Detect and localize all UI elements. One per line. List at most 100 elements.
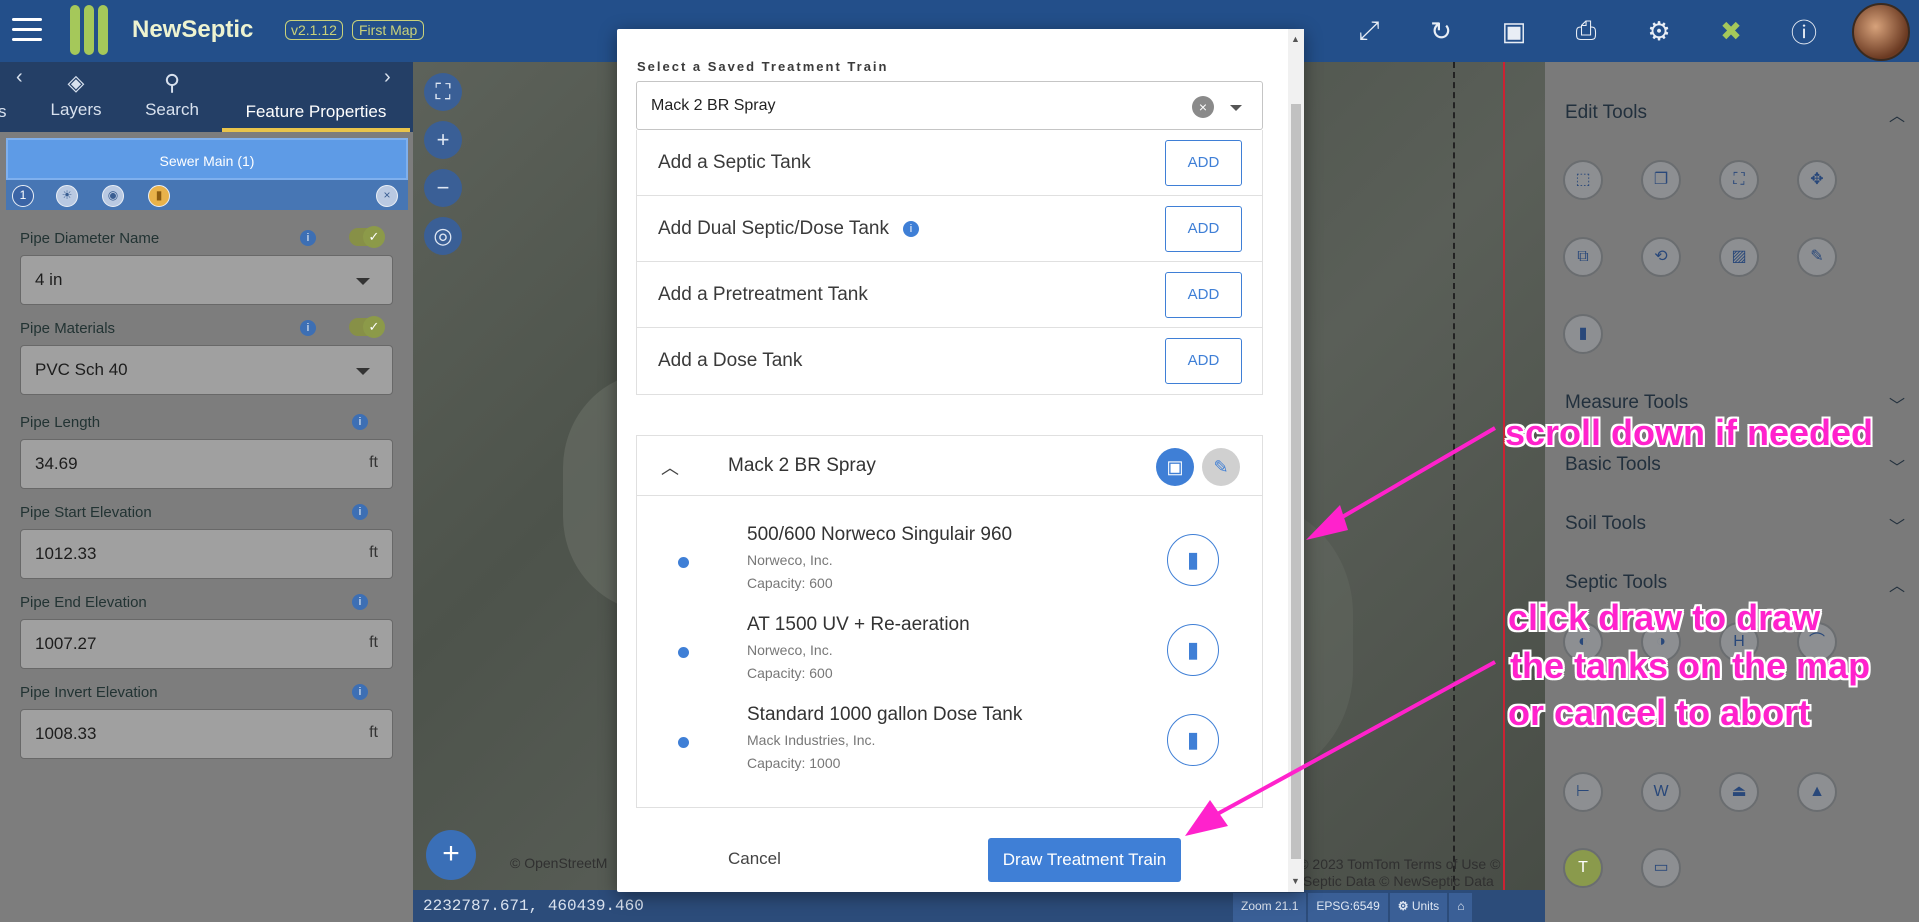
info-icon[interactable]: i — [352, 684, 368, 700]
brush-icon[interactable]: ✎ — [1202, 448, 1240, 486]
caret-down-icon[interactable] — [1230, 105, 1242, 111]
tank-capacity: Capacity: 600 — [747, 665, 833, 681]
zoom-out-icon[interactable]: − — [424, 169, 462, 207]
scrollbar-thumb[interactable] — [1291, 104, 1301, 859]
pipe-materials-select[interactable]: PVC Sch 40 — [20, 345, 393, 395]
field-label: Pipe Invert Elevation i — [20, 684, 393, 701]
clear-icon[interactable]: × — [1192, 96, 1214, 118]
pipe-start-elevation-input[interactable]: 1012.33 ft — [20, 529, 393, 579]
folder-icon[interactable]: ▭ — [1641, 848, 1681, 888]
share-icon[interactable]: ⤢ — [1352, 14, 1386, 48]
left-panel: ‹ › s ◈ Layers ⚲ Search Feature Properti… — [0, 62, 413, 922]
locate-icon[interactable]: ◎ — [424, 217, 462, 255]
tab-layers[interactable]: ◈ Layers — [48, 70, 104, 120]
list-item: Add a Dose Tank ADD — [637, 328, 1262, 394]
pipe-end-elevation-input[interactable]: 1007.27 ft — [20, 619, 393, 669]
scroll-down-icon[interactable]: ▼ — [1291, 876, 1300, 886]
section-edit-tools[interactable]: Edit Tools ︿ — [1565, 102, 1905, 125]
tank-tool-icon[interactable]: ⏏ — [1719, 772, 1759, 812]
tank-name: 500/600 Norweco Singulair 960 — [747, 524, 1013, 545]
triangle-icon[interactable]: ▲ — [1797, 772, 1837, 812]
zoom-in-icon[interactable]: + — [424, 121, 462, 159]
add-button[interactable]: ADD — [1165, 206, 1242, 252]
copy-icon[interactable]: ⧉ — [1563, 237, 1603, 277]
pipe-invert-elevation-field: Pipe Invert Elevation i 1008.33 ft — [20, 684, 393, 759]
info-icon[interactable]: ⓘ — [1787, 14, 1821, 48]
map-name-badge[interactable]: First Map — [352, 20, 425, 40]
toggle-switch[interactable] — [349, 226, 385, 248]
rotate-icon[interactable]: ⟲ — [1641, 237, 1681, 277]
settings-icon[interactable]: ⚙ — [1642, 14, 1676, 48]
info-icon[interactable]: i — [300, 230, 316, 246]
move-icon[interactable]: ✥ — [1797, 160, 1837, 200]
epsg-code[interactable]: EPSG:6549 — [1308, 893, 1388, 922]
cancel-button[interactable]: Cancel — [728, 849, 781, 869]
add-button[interactable]: ADD — [1165, 338, 1242, 384]
units-button[interactable]: ⚙ Units — [1389, 893, 1448, 922]
select-area-icon[interactable]: ⛶ — [1719, 160, 1759, 200]
info-icon[interactable]: i — [902, 220, 919, 237]
pipe-materials-field: Pipe Materials i PVC Sch 40 — [20, 316, 393, 395]
trash-icon[interactable]: ▮ — [1167, 714, 1219, 766]
info-icon[interactable]: i — [352, 594, 368, 610]
print-icon[interactable]: ⎙ — [1569, 14, 1603, 48]
tab-partial[interactable]: s — [0, 102, 7, 122]
delete-icon[interactable]: ▮ — [148, 185, 170, 207]
refresh-icon[interactable]: ↻ — [1424, 14, 1458, 48]
trash-icon[interactable]: ▮ — [1563, 314, 1603, 354]
train-header: ︿ Mack 2 BR Spray ▣ ✎ — [637, 436, 1262, 496]
pipe-length-input[interactable]: 34.69 ft — [20, 439, 393, 489]
draw-treatment-train-button[interactable]: Draw Treatment Train — [988, 838, 1181, 882]
section-basic-tools[interactable]: Basic Tools ﹀ — [1565, 454, 1905, 477]
chevron-up-icon[interactable]: ︿ — [661, 454, 679, 480]
info-icon[interactable]: i — [352, 504, 368, 520]
text-tool-icon[interactable]: T — [1563, 848, 1603, 888]
save-icon[interactable]: ▣ — [1156, 448, 1194, 486]
toggle-switch[interactable] — [349, 316, 385, 338]
image-icon[interactable]: ▨ — [1719, 237, 1759, 277]
field-label: Pipe End Elevation i — [20, 594, 393, 611]
pipe-tool-icon[interactable]: ⊢ — [1563, 772, 1603, 812]
save-icon[interactable]: ▣ — [1497, 14, 1531, 48]
brush-icon[interactable]: ✎ — [1797, 237, 1837, 277]
trash-icon[interactable]: ▮ — [1167, 624, 1219, 676]
select-multiple-icon[interactable]: ❐ — [1641, 160, 1681, 200]
chevron-up-icon: ︿ — [1888, 108, 1905, 125]
well-tool-icon[interactable]: W — [1641, 772, 1681, 812]
info-icon[interactable]: i — [300, 320, 316, 336]
home-icon[interactable]: ⌂ — [1449, 893, 1473, 922]
pipe-invert-elevation-input[interactable]: 1008.33 ft — [20, 709, 393, 759]
fullscreen-icon[interactable]: ⛶ — [424, 73, 462, 111]
chevron-left-icon[interactable]: ‹ — [16, 66, 23, 89]
close-icon[interactable]: × — [376, 185, 398, 207]
section-soil-tools[interactable]: Soil Tools ﹀ — [1565, 513, 1905, 536]
feature-header[interactable]: Sewer Main (1) — [6, 138, 408, 180]
tank-name: Standard 1000 gallon Dose Tank — [747, 704, 1023, 725]
info-icon[interactable]: i — [352, 414, 368, 430]
select-box-icon[interactable]: ⬚ — [1563, 160, 1603, 200]
panel-tabs: ‹ › s ◈ Layers ⚲ Search Feature Properti… — [0, 62, 413, 132]
tab-feature-properties[interactable]: Feature Properties — [222, 102, 410, 132]
tools-icon[interactable]: ✖ — [1714, 14, 1748, 48]
tab-search[interactable]: ⚲ Search — [140, 70, 204, 120]
highlight-icon[interactable]: ☀ — [56, 185, 78, 207]
dialog-scrollbar[interactable]: ▲ ▼ — [1288, 29, 1304, 892]
search-icon: ⚲ — [163, 70, 181, 95]
user-avatar[interactable] — [1852, 3, 1910, 61]
add-button[interactable]: ADD — [1165, 272, 1242, 318]
pipe-diameter-select[interactable]: 4 in — [20, 255, 393, 305]
trash-icon[interactable]: ▮ — [1167, 534, 1219, 586]
section-septic-tools[interactable]: Septic Tools ︿ — [1565, 572, 1905, 595]
treatment-train-select[interactable]: Mack 2 BR Spray × — [636, 81, 1263, 130]
treatment-train-panel: ︿ Mack 2 BR Spray ▣ ✎ 500/600 Norweco Si… — [636, 435, 1263, 808]
feature-count-chip[interactable]: 1 — [12, 185, 34, 207]
hamburger-menu-icon[interactable] — [12, 18, 42, 44]
tank-manufacturer: Mack Industries, Inc. — [747, 732, 876, 748]
scroll-up-icon[interactable]: ▲ — [1291, 34, 1300, 44]
pipe-end-elevation-field: Pipe End Elevation i 1007.27 ft — [20, 594, 393, 669]
add-button[interactable]: ADD — [1165, 140, 1242, 186]
add-fab-button[interactable]: + — [426, 830, 476, 880]
list-item: AT 1500 UV + Re-aeration Norweco, Inc. C… — [637, 614, 1264, 694]
visibility-off-icon[interactable]: ◉ — [102, 185, 124, 207]
chevron-right-icon[interactable]: › — [384, 66, 391, 89]
